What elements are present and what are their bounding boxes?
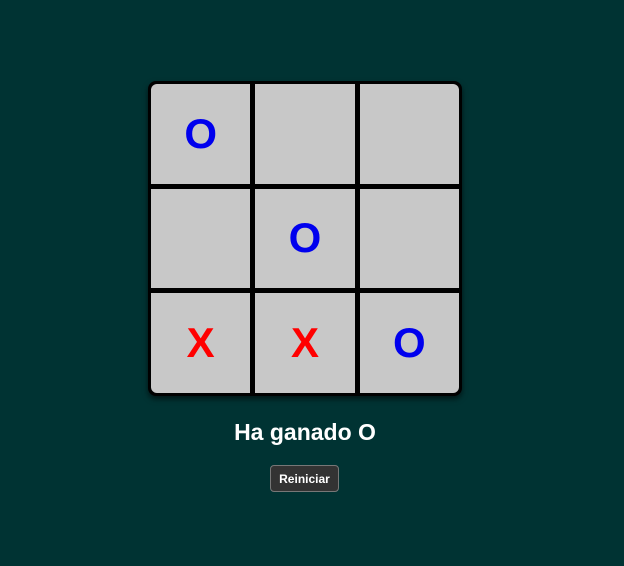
board-cell-1[interactable]: O — [151, 84, 251, 184]
game-status: Ha ganado O — [234, 419, 376, 445]
board-cell-2[interactable] — [255, 84, 355, 184]
game-board: O O X X O — [148, 81, 462, 396]
board-cell-7[interactable]: X — [151, 293, 251, 393]
restart-button[interactable]: Reiniciar — [270, 465, 339, 492]
board-cell-9[interactable]: O — [359, 293, 459, 393]
board-cell-6[interactable] — [359, 188, 459, 289]
board-cell-8[interactable]: X — [255, 293, 355, 393]
board-cell-4[interactable] — [151, 188, 251, 289]
board-cell-5[interactable]: O — [255, 188, 355, 289]
board-cell-3[interactable] — [359, 84, 459, 184]
